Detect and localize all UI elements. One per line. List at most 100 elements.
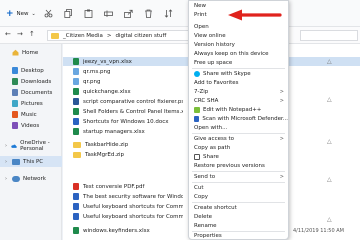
sidebar-item-onedrive[interactable]: › OneDrive - Personal bbox=[0, 140, 62, 152]
menu-item-label: Print bbox=[194, 12, 207, 18]
menu-item-cut[interactable]: Cut bbox=[189, 184, 288, 192]
menu-item-copy-as-path[interactable]: Copy as path bbox=[189, 144, 288, 152]
sidebar-item-label: Desktop bbox=[21, 67, 44, 74]
sidebar-item-videos[interactable]: Videos bbox=[0, 120, 62, 131]
chevron-right-icon[interactable]: › bbox=[5, 159, 9, 165]
menu-item-add-favorites[interactable]: Add to Favorites bbox=[189, 79, 288, 87]
copy-button[interactable] bbox=[64, 8, 73, 19]
file-name: qr.png bbox=[83, 78, 101, 85]
menu-item-label: Copy bbox=[194, 194, 208, 200]
menu-item-create-shortcut[interactable]: Create shortcut bbox=[189, 204, 288, 212]
sidebar-item-label: Pictures bbox=[21, 100, 43, 107]
menu-item-label: Scan with Microsoft Defender... bbox=[202, 116, 288, 122]
menu-item-open[interactable]: Open bbox=[189, 23, 288, 31]
search-input[interactable] bbox=[300, 30, 358, 41]
image-file-icon bbox=[73, 68, 79, 75]
sidebar-item-music[interactable]: Music bbox=[0, 109, 62, 120]
excel-file-icon bbox=[73, 108, 79, 115]
menu-item-always-keep[interactable]: Always keep on this device bbox=[189, 50, 288, 58]
annotation-arrow-icon bbox=[228, 9, 282, 21]
sidebar-item-downloads[interactable]: Downloads bbox=[0, 76, 62, 87]
notepad-plus-plus-icon bbox=[194, 107, 200, 113]
sidebar-item-this-pc[interactable]: › This PC bbox=[0, 156, 62, 167]
menu-item-crc-sha[interactable]: CRC SHA > bbox=[189, 97, 288, 105]
videos-icon bbox=[12, 122, 18, 129]
folder-icon bbox=[51, 32, 59, 39]
file-name: jeezy_vs_vpn.xlsx bbox=[83, 58, 132, 65]
up-icon[interactable]: ↑ bbox=[29, 30, 35, 38]
back-icon[interactable]: ← bbox=[5, 30, 11, 38]
menu-item-copy[interactable]: Copy bbox=[189, 193, 288, 201]
navigation-pane: Home Desktop Downloads Documents Picture… bbox=[0, 44, 62, 240]
menu-item-share[interactable]: Share bbox=[189, 153, 288, 161]
menu-item-edit-notepad[interactable]: Edit with Notepad++ bbox=[189, 106, 288, 114]
delete-button[interactable] bbox=[144, 8, 153, 19]
sidebar-item-label: Music bbox=[21, 111, 37, 118]
share-button[interactable] bbox=[124, 8, 133, 19]
menu-item-rename[interactable]: Rename bbox=[189, 222, 288, 230]
new-button[interactable]: + New ⌄ bbox=[6, 8, 36, 19]
menu-item-label: Add to Favorites bbox=[194, 80, 239, 86]
file-name: script comparative control fixierer.ps1 bbox=[83, 98, 183, 105]
menu-item-delete[interactable]: Delete bbox=[189, 213, 288, 221]
excel-file-icon bbox=[73, 227, 79, 234]
excel-file-icon bbox=[73, 58, 79, 65]
sidebar-item-label: Downloads bbox=[21, 78, 52, 85]
pdf-file-icon bbox=[73, 183, 79, 190]
excel-file-icon bbox=[73, 128, 79, 135]
menu-item-label: Properties bbox=[194, 233, 222, 239]
menu-item-label: Version history bbox=[194, 42, 235, 48]
forward-icon[interactable]: → bbox=[17, 30, 23, 38]
menu-item-version-history[interactable]: Version history bbox=[189, 41, 288, 49]
onedrive-icon bbox=[11, 144, 17, 148]
menu-item-give-access[interactable]: Give access to > bbox=[189, 135, 288, 143]
chevron-right-icon: > bbox=[279, 136, 284, 142]
paste-button[interactable] bbox=[84, 8, 93, 19]
menu-item-label: Restore previous versions bbox=[194, 163, 265, 169]
sync-status-icon: △ bbox=[327, 96, 332, 103]
sync-status-icon: △ bbox=[327, 58, 332, 65]
menu-item-share-skype[interactable]: Share with Skype bbox=[189, 70, 288, 78]
file-name: windows.keyfinders.xlsx bbox=[83, 227, 150, 234]
file-name: Shortcuts for Windows 10.docx bbox=[83, 118, 169, 125]
breadcrumb-segment[interactable]: _Citizen Media bbox=[63, 33, 103, 39]
sync-status-icon: △ bbox=[327, 138, 332, 145]
menu-item-label: Free up space bbox=[194, 60, 233, 66]
menu-item-open-with[interactable]: Open with... bbox=[189, 124, 288, 132]
menu-item-scan-defender[interactable]: Scan with Microsoft Defender... bbox=[189, 115, 288, 123]
file-name: TaskbarHide.zip bbox=[85, 141, 129, 148]
sidebar-item-home[interactable]: Home bbox=[0, 47, 62, 58]
menu-item-label: Copy as path bbox=[194, 145, 231, 151]
chevron-right-icon[interactable]: › bbox=[5, 143, 8, 149]
sidebar-item-network[interactable]: › Network bbox=[0, 173, 62, 184]
sidebar-item-pictures[interactable]: Pictures bbox=[0, 98, 62, 109]
rename-button[interactable] bbox=[104, 8, 113, 19]
file-name: startup managers.xlsx bbox=[83, 128, 145, 135]
menu-item-label: Open bbox=[194, 24, 209, 30]
copy-icon bbox=[64, 9, 72, 18]
menu-separator bbox=[192, 133, 285, 134]
file-name: quickchange.xlsx bbox=[83, 88, 131, 95]
menu-item-view-online[interactable]: View online bbox=[189, 32, 288, 40]
sidebar-item-desktop[interactable]: Desktop bbox=[0, 65, 62, 76]
breadcrumb-segment[interactable]: digital citizen stuff bbox=[115, 33, 166, 39]
file-name: The best security software for Windows i… bbox=[83, 193, 183, 200]
home-icon bbox=[12, 49, 19, 56]
sidebar-item-label: Documents bbox=[21, 89, 53, 96]
menu-item-properties[interactable]: Properties bbox=[189, 232, 288, 240]
menu-item-label: Create shortcut bbox=[194, 205, 237, 211]
menu-item-label: Give access to bbox=[194, 136, 234, 142]
menu-item-send-to[interactable]: Send to > bbox=[189, 173, 288, 181]
image-file-icon bbox=[73, 78, 79, 85]
sidebar-item-label: This PC bbox=[23, 158, 44, 165]
word-file-icon bbox=[73, 118, 79, 125]
menu-item-7zip[interactable]: 7-Zip > bbox=[189, 88, 288, 96]
menu-item-restore-versions[interactable]: Restore previous versions bbox=[189, 162, 288, 170]
chevron-right-icon[interactable]: › bbox=[5, 176, 9, 182]
menu-item-free-up-space[interactable]: Free up space bbox=[189, 59, 288, 67]
paste-icon bbox=[84, 9, 93, 18]
sort-button[interactable] bbox=[164, 8, 173, 19]
menu-item-label: Open with... bbox=[194, 125, 228, 131]
cut-button[interactable] bbox=[44, 8, 53, 19]
sidebar-item-documents[interactable]: Documents bbox=[0, 87, 62, 98]
